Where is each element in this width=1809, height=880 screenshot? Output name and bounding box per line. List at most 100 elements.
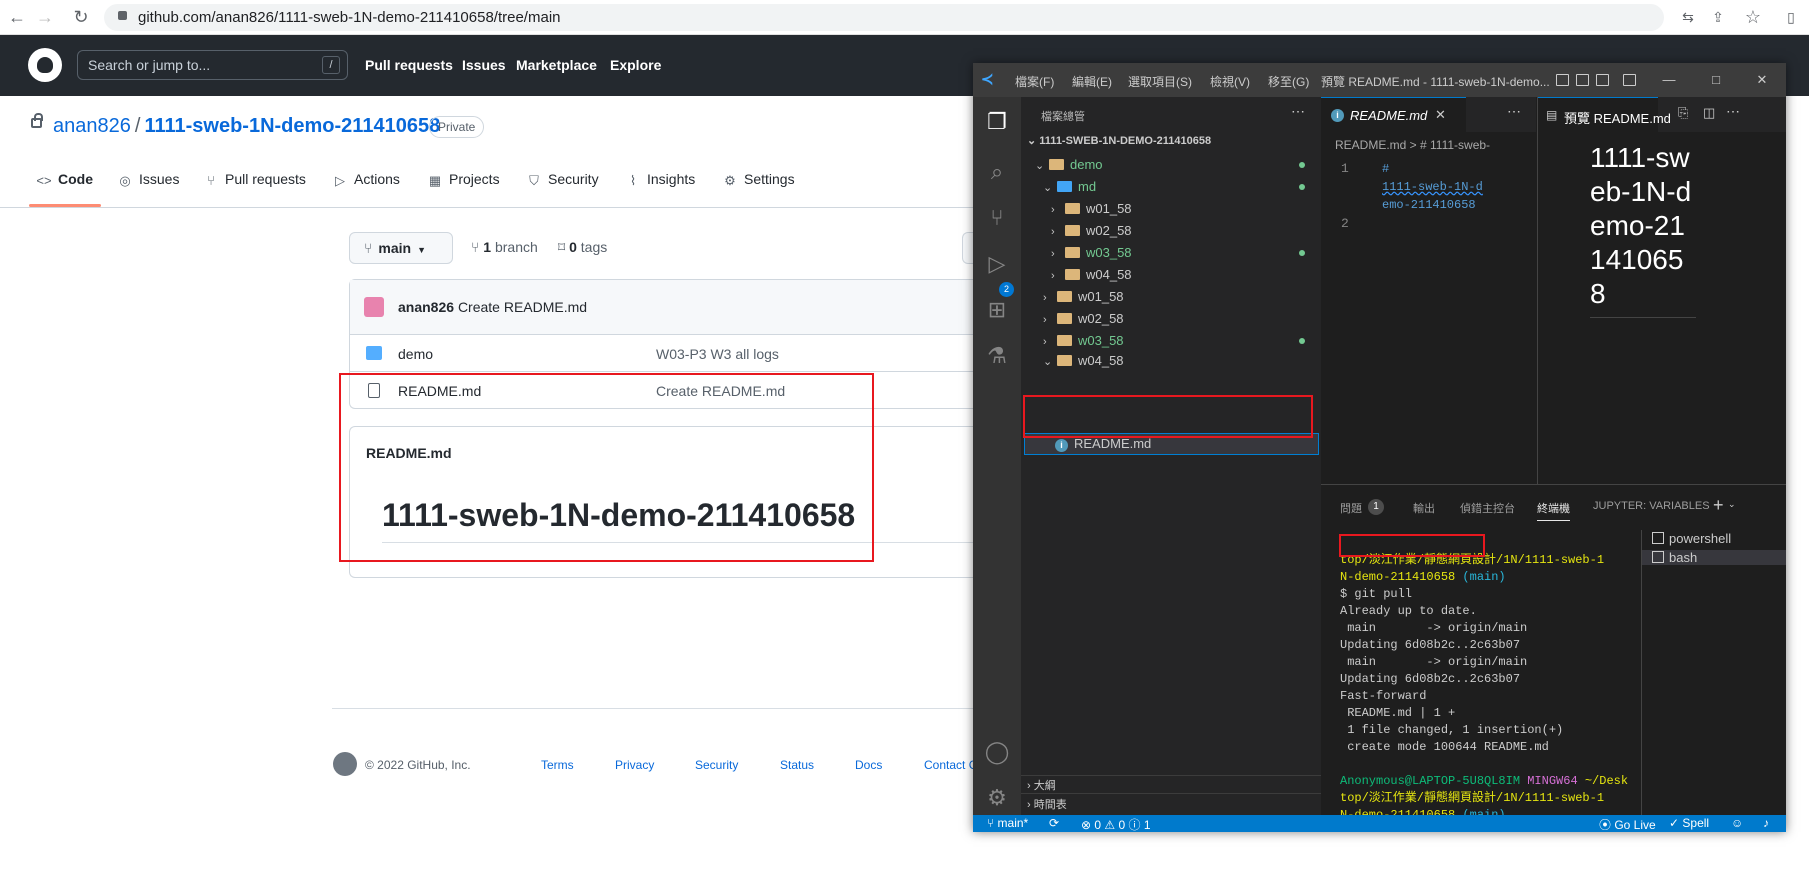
tree-item[interactable]: › w02_58	[1043, 308, 1124, 330]
commit-author[interactable]: anan826	[398, 299, 454, 315]
repo-name-link[interactable]: 1111-sweb-1N-demo-211410658	[144, 115, 440, 137]
testing-icon[interactable]: ⚗	[982, 341, 1012, 371]
search-input[interactable]: Search or jump to... /	[77, 50, 348, 80]
branches-link[interactable]: ⑂ 1 branch	[471, 239, 538, 255]
tab-insights[interactable]: ⌇ Insights	[625, 171, 695, 207]
footer-link-contact[interactable]: Contact G	[924, 758, 978, 772]
menu-selection[interactable]: 選取項目(S)	[1128, 73, 1192, 90]
terminal-item-bash[interactable]: bash	[1642, 550, 1786, 565]
file-name[interactable]: demo	[398, 346, 433, 362]
nav-issues[interactable]: Issues	[462, 57, 506, 73]
more-actions-icon[interactable]: ⋯	[1291, 103, 1305, 120]
terminal-item-powershell[interactable]: powershell	[1652, 531, 1731, 546]
share-icon[interactable]: ⇪	[1705, 4, 1731, 30]
preview-tab[interactable]: ▤ 預覽 README.md	[1538, 97, 1671, 132]
tree-item[interactable]: › w01_58	[1051, 198, 1132, 220]
customize-layout-icon[interactable]	[1623, 74, 1636, 86]
tab-issues[interactable]: ◎ Issues	[117, 171, 179, 207]
workspace-root[interactable]: ⌄ 1111-SWEB-1N-DEMO-211410658	[1027, 134, 1211, 147]
toggle-sidebar-icon[interactable]	[1556, 74, 1569, 86]
maximize-icon[interactable]: □	[1707, 71, 1725, 89]
nav-explore[interactable]: Explore	[610, 57, 661, 73]
footer-link-status[interactable]: Status	[780, 758, 814, 772]
nav-marketplace[interactable]: Marketplace	[516, 57, 597, 73]
chevron-down-icon[interactable]: ⌄	[1728, 499, 1736, 510]
outline-section[interactable]: › 大綱	[1027, 777, 1056, 793]
tab-settings[interactable]: ⚙ Settings	[722, 171, 794, 207]
tab-pull-requests[interactable]: ⑂ Pull requests	[203, 171, 306, 207]
extensions-icon[interactable]: ⊞	[982, 295, 1012, 325]
toggle-secondary-sidebar-icon[interactable]	[1596, 74, 1609, 86]
terminal-output[interactable]: top/淡江作業/靜態網頁設計/1N/1111-sweb-1 N-demo-211…	[1340, 535, 1628, 832]
footer-link-docs[interactable]: Docs	[855, 758, 882, 772]
tab-debug-console[interactable]: 偵錯主控台	[1460, 500, 1515, 516]
feedback-icon[interactable]: ☺	[1731, 816, 1743, 830]
tab-security[interactable]: ⛉ Security	[526, 171, 598, 207]
tags-link[interactable]: ⌑ 0 tags	[558, 239, 607, 256]
close-tab-icon[interactable]: ✕	[1435, 107, 1446, 123]
tree-item[interactable]: › w01_58	[1043, 286, 1124, 308]
avatar[interactable]	[364, 297, 384, 317]
tree-item[interactable]: › w02_58	[1051, 220, 1132, 242]
status-branch[interactable]: ⑂ main*	[987, 816, 1028, 830]
footer-link-security[interactable]: Security	[695, 758, 738, 772]
tree-item[interactable]: › w04_58	[1051, 264, 1132, 286]
file-commit-message[interactable]: W03-P3 W3 all logs	[656, 346, 779, 362]
sync-icon[interactable]: ⟳	[1049, 816, 1059, 830]
menu-edit[interactable]: 編輯(E)	[1072, 73, 1112, 90]
timeline-section[interactable]: › 時間表	[1027, 796, 1067, 812]
tab-problems[interactable]: 問題	[1340, 500, 1362, 516]
commit-message[interactable]: Create README.md	[458, 299, 587, 315]
back-icon[interactable]: ←	[4, 4, 30, 30]
github-mark-icon[interactable]	[333, 752, 357, 776]
more-actions-icon[interactable]: ⋯	[1726, 103, 1740, 120]
tree-item[interactable]: ⌄ w04_58	[1043, 350, 1124, 372]
tree-item[interactable]: ⌄ demo	[1035, 154, 1103, 176]
search-icon[interactable]: ⌕	[982, 157, 1012, 187]
tree-item[interactable]: › w03_58	[1051, 242, 1132, 264]
source-control-icon[interactable]: ⑂	[982, 203, 1012, 233]
github-logo-icon[interactable]	[28, 48, 62, 82]
go-live-button[interactable]: ⦿ Go Live	[1599, 816, 1656, 832]
tab-projects[interactable]: ▦ Projects	[427, 171, 500, 207]
tab-output[interactable]: 輸出	[1413, 500, 1435, 516]
tree-item[interactable]: ⌄ md	[1043, 176, 1096, 198]
status-problems[interactable]: ⊗ 0 ⚠ 0 ⓘ 1	[1081, 816, 1151, 832]
footer-link-privacy[interactable]: Privacy	[615, 758, 654, 772]
file-row-demo[interactable]: demo W03-P3 W3 all logs	[350, 335, 1000, 372]
toggle-panel-icon[interactable]	[1576, 74, 1589, 86]
tab-terminal[interactable]: 終端機	[1537, 500, 1570, 521]
notifications-bell-icon[interactable]: ♪	[1763, 816, 1769, 830]
menu-view[interactable]: 檢視(V)	[1210, 73, 1250, 90]
tree-item[interactable]: › w03_58	[1043, 330, 1124, 352]
address-bar[interactable]: github.com/anan826/1111-sweb-1N-demo-211…	[104, 4, 1664, 31]
branch-selector-button[interactable]: ⑂ main ▼	[349, 232, 453, 264]
url-text[interactable]: github.com/anan826/1111-sweb-1N-demo-211…	[138, 9, 561, 26]
manage-gear-icon[interactable]: ⚙	[982, 783, 1012, 813]
code-line[interactable]: 1111-sweb-1N-d	[1382, 180, 1483, 194]
menu-file[interactable]: 檔案(F)	[1015, 73, 1054, 90]
code-line[interactable]: emo-211410658	[1382, 198, 1476, 212]
menu-go[interactable]: 移至(G)	[1268, 73, 1309, 90]
more-actions-icon[interactable]: ⋯	[1507, 103, 1521, 120]
split-editor-icon[interactable]: ◫	[1703, 105, 1715, 121]
account-icon[interactable]: ◯	[982, 737, 1012, 767]
nav-pull-requests[interactable]: Pull requests	[365, 57, 453, 73]
sidebar-panel-icon[interactable]: ▯	[1778, 4, 1804, 30]
open-source-icon[interactable]: ⎘	[1678, 105, 1688, 121]
translate-icon[interactable]: ⇆	[1675, 4, 1701, 30]
minimize-icon[interactable]: —	[1660, 71, 1678, 89]
forward-icon[interactable]: →	[32, 4, 58, 30]
bookmark-star-icon[interactable]: ☆	[1740, 4, 1766, 30]
code-line[interactable]: #	[1382, 162, 1389, 176]
breadcrumb[interactable]: README.md > # 1111-sweb-	[1335, 138, 1490, 152]
new-terminal-icon[interactable]: +	[1713, 495, 1724, 516]
run-debug-icon[interactable]: ▷	[982, 249, 1012, 279]
editor-tab-readme[interactable]: i README.md ✕	[1321, 97, 1466, 132]
explorer-icon[interactable]: ❐	[982, 107, 1012, 137]
tab-code[interactable]: <> Code	[36, 171, 93, 207]
close-icon[interactable]: ✕	[1753, 71, 1771, 89]
tab-actions[interactable]: ▷ Actions	[332, 171, 400, 207]
spell-button[interactable]: ✓ Spell	[1669, 816, 1709, 830]
tab-jupyter-variables[interactable]: JUPYTER: VARIABLES	[1593, 500, 1710, 512]
